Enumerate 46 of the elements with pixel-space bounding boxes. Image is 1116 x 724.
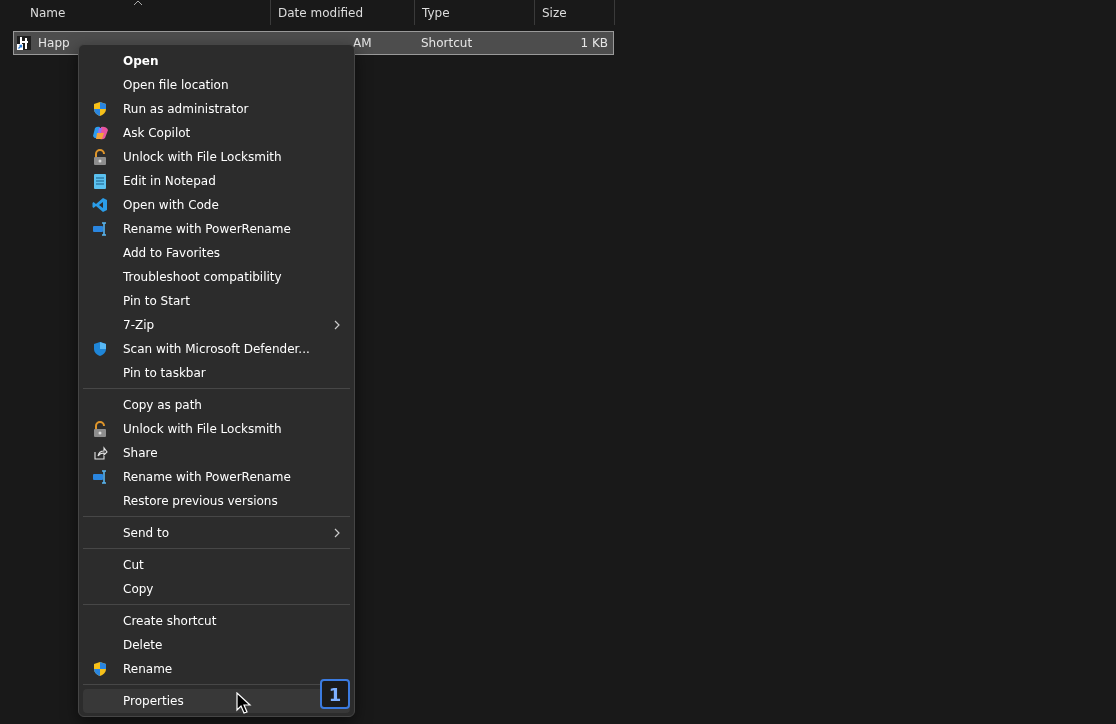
padlock-icon xyxy=(92,420,108,438)
menu-item[interactable]: Run as administrator xyxy=(83,97,350,121)
menu-item[interactable]: Add to Favorites xyxy=(83,241,350,265)
mouse-pointer-icon xyxy=(236,692,252,714)
share-icon xyxy=(92,445,108,461)
menu-item[interactable]: Copy xyxy=(83,577,350,601)
menu-item[interactable]: Open with Code xyxy=(83,193,350,217)
notepad-icon xyxy=(93,172,107,190)
menu-item[interactable]: Delete xyxy=(83,633,350,657)
menu-item[interactable]: Share xyxy=(83,441,350,465)
column-header[interactable]: Name xyxy=(30,3,66,22)
shortcut-app-icon xyxy=(16,35,32,51)
menu-item[interactable]: Send to xyxy=(83,521,350,545)
menu-item[interactable]: Open file location xyxy=(83,73,350,97)
menu-item[interactable]: Scan with Microsoft Defender... xyxy=(83,337,350,361)
menu-item[interactable]: Pin to taskbar xyxy=(83,361,350,385)
shield-icon xyxy=(92,341,108,357)
column-header[interactable]: Size xyxy=(542,3,567,22)
code-editor-icon xyxy=(92,197,108,213)
menu-item[interactable]: Troubleshoot compatibility xyxy=(83,265,350,289)
column-header[interactable]: Type xyxy=(422,3,450,22)
step-number-badge: 1 xyxy=(320,679,350,709)
shield-icon xyxy=(92,101,108,117)
menu-item[interactable]: Rename xyxy=(83,657,350,681)
menu-item[interactable]: Create shortcut xyxy=(83,609,350,633)
size-cell: 1 KB xyxy=(580,36,608,50)
menu-item[interactable]: Copy as path xyxy=(83,393,350,417)
menu-item[interactable]: 7-Zip xyxy=(83,313,350,337)
rename-icon xyxy=(92,221,108,237)
menu-item[interactable]: Pin to Start xyxy=(83,289,350,313)
menu-item[interactable]: Restore previous versions xyxy=(83,489,350,513)
rename-icon xyxy=(92,469,108,485)
copilot-icon xyxy=(91,125,109,141)
menu-item[interactable]: Unlock with File Locksmith xyxy=(83,145,350,169)
type-cell: Shortcut xyxy=(421,36,473,50)
padlock-icon xyxy=(92,148,108,166)
menu-item[interactable]: Rename with PowerRename xyxy=(83,217,350,241)
menu-item[interactable]: Ask Copilot xyxy=(83,121,350,145)
menu-item[interactable]: Rename with PowerRename xyxy=(83,465,350,489)
menu-item[interactable]: Edit in Notepad xyxy=(83,169,350,193)
shield-icon xyxy=(92,661,108,677)
column-header[interactable]: Date modified xyxy=(278,3,364,22)
date-cell: AM xyxy=(353,36,372,50)
menu-item[interactable]: Unlock with File Locksmith xyxy=(83,417,350,441)
menu-item[interactable]: Cut xyxy=(83,553,350,577)
file-name: Happ xyxy=(38,35,70,52)
